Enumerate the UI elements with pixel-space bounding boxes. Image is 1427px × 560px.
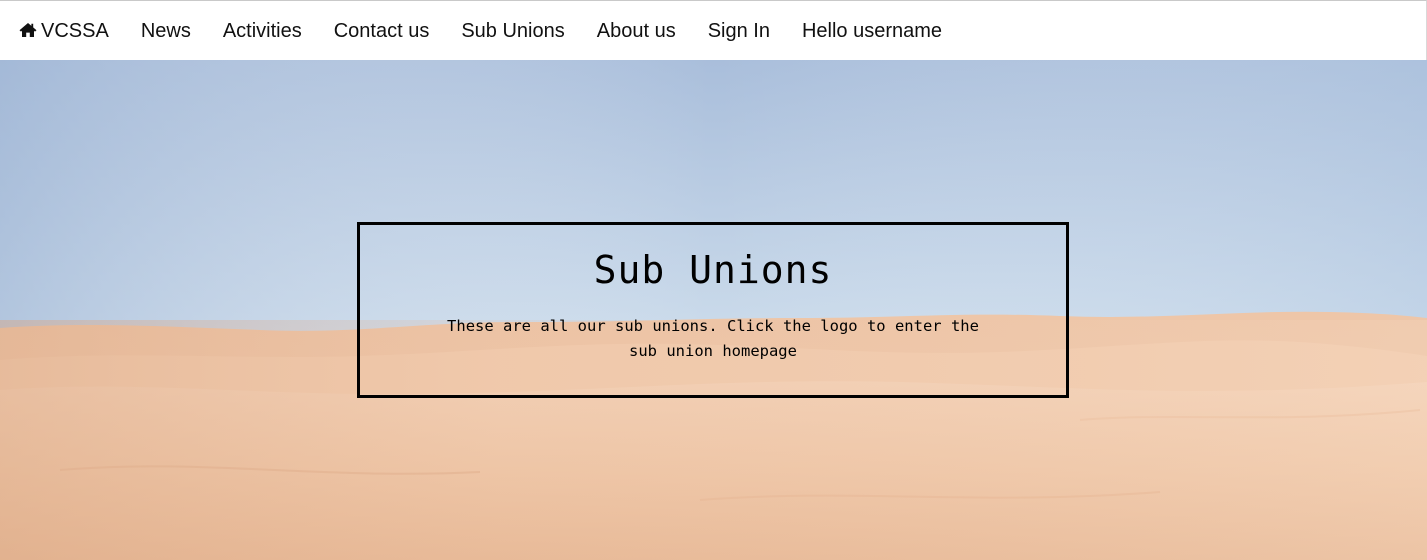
hero-banner: Sub Unions These are all our sub unions.… <box>0 60 1427 560</box>
page: VCSSA News Activities Contact us Sub Uni… <box>0 0 1427 560</box>
nav-brand-label: VCSSA <box>41 19 109 42</box>
nav-item-user-greeting[interactable]: Hello username <box>802 1 942 61</box>
nav-item-sign-in[interactable]: Sign In <box>708 1 770 61</box>
hero-title-frame: Sub Unions These are all our sub unions.… <box>357 222 1069 398</box>
nav-item-activities[interactable]: Activities <box>223 1 302 61</box>
nav-item-contact-us[interactable]: Contact us <box>334 1 430 61</box>
page-title: Sub Unions <box>593 248 833 292</box>
nav-item-news[interactable]: News <box>141 1 191 61</box>
nav-item-sub-unions[interactable]: Sub Unions <box>461 1 564 61</box>
hero-description: These are all our sub unions. Click the … <box>447 317 979 360</box>
nav-item-about-us[interactable]: About us <box>597 1 676 61</box>
home-icon <box>19 22 37 37</box>
nav-home-brand[interactable]: VCSSA <box>19 1 109 61</box>
top-navbar: VCSSA News Activities Contact us Sub Uni… <box>0 0 1427 60</box>
